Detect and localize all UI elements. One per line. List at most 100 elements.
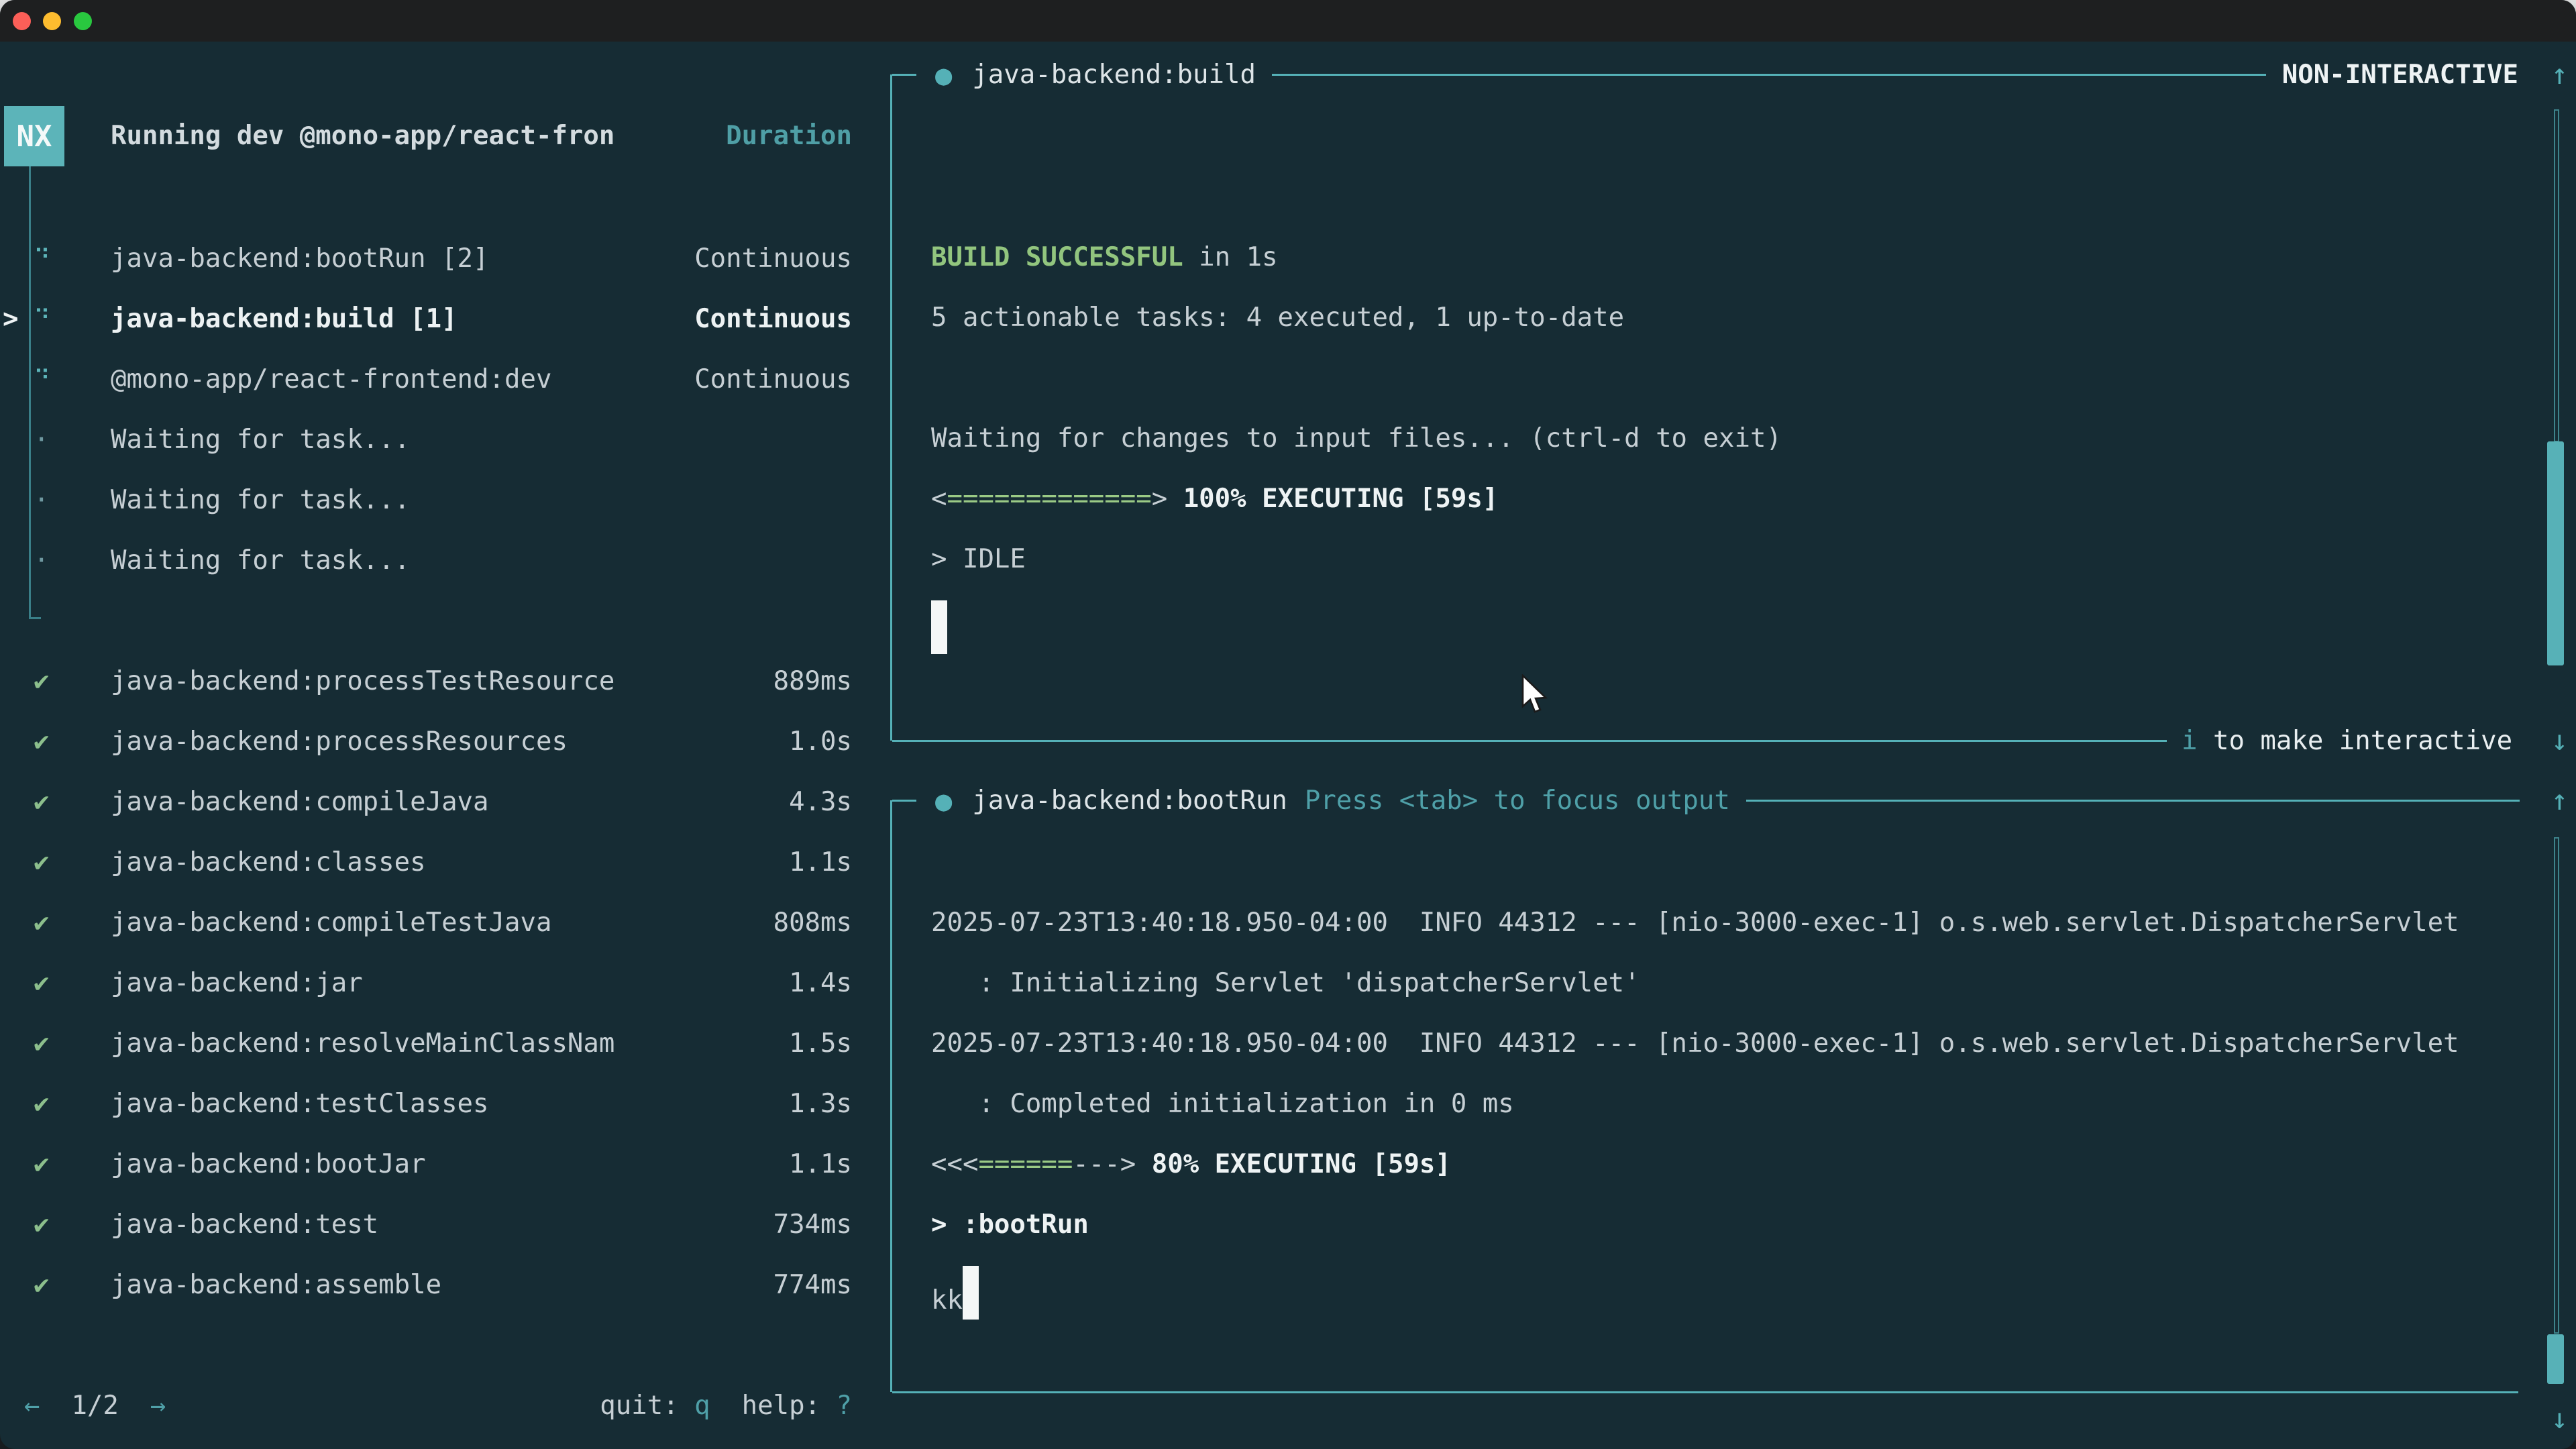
- task-duration: 1.4s: [789, 968, 865, 998]
- prev-page-arrow-icon[interactable]: ←: [24, 1391, 40, 1421]
- minimize-window-button[interactable]: [43, 12, 61, 30]
- terminal-text-segment: >: [1152, 484, 1167, 514]
- task-status-dot-icon: ●: [935, 784, 952, 817]
- task-duration: 1.1s: [789, 1149, 865, 1179]
- task-done-check-icon: ✔: [34, 1089, 49, 1119]
- panel-bootrun-footer: [892, 1362, 2576, 1422]
- task-duration: Continuous: [694, 364, 865, 394]
- make-interactive-hint: i to make interactive: [2182, 726, 2512, 756]
- terminal-text-segment: in 1s: [1183, 242, 1278, 272]
- terminal-line: > :bootRun: [931, 1195, 2509, 1255]
- terminal-line: 2025-07-23T13:40:18.950-04:00 INFO 44312…: [931, 893, 2509, 953]
- task-waiting-bullet-icon: ·: [34, 545, 49, 576]
- task-name: Waiting for task...: [111, 485, 410, 515]
- task-row[interactable]: ✔ java-backend:jar 1.4s: [0, 953, 865, 1013]
- text-cursor: [963, 1266, 979, 1320]
- scroll-up-icon[interactable]: ↑: [2551, 44, 2568, 105]
- task-duration: 1.1s: [789, 847, 865, 877]
- task-row[interactable]: ✔java-backend:compileJava4.3s: [0, 771, 865, 832]
- quit-key: q: [694, 1391, 710, 1421]
- terminal-text-segment: : Initializing Servlet 'dispatcherServle…: [931, 968, 1640, 998]
- task-row[interactable]: ·Waiting for task...: [0, 530, 865, 590]
- task-row[interactable]: ⠙java-backend:bootRun [2]Continuous: [0, 228, 865, 288]
- terminal-line: BUILD SUCCESSFUL in 1s: [931, 227, 2509, 288]
- task-done-check-icon: ✔: [34, 1210, 49, 1240]
- task-row[interactable]: >⠙java-backend:build [1]Continuous: [0, 288, 865, 349]
- task-row[interactable]: ✔java-backend:assemble774ms: [0, 1254, 865, 1315]
- terminal-text-segment: Waiting for changes to input files... (c…: [931, 423, 1782, 453]
- task-name: java-backend:bootRun [2]: [111, 244, 489, 274]
- help-key: ?: [837, 1391, 852, 1421]
- task-row[interactable]: ✔java-backend:compileTestJava808ms: [0, 892, 865, 953]
- terminal-line: kk: [931, 1255, 2509, 1316]
- scrollbar-track[interactable]: [2554, 837, 2559, 1334]
- task-duration: 734ms: [773, 1210, 865, 1240]
- focus-output-hint: Press <tab> to focus output: [1305, 786, 1730, 816]
- task-row[interactable]: ·Waiting for task...: [0, 409, 865, 470]
- panel-build-footer: i to make interactive: [892, 710, 2576, 771]
- task-row[interactable]: ✔ java-backend:test 734ms: [0, 1194, 865, 1254]
- task-waiting-bullet-icon: ·: [34, 485, 49, 515]
- terminal-text-segment: >: [1120, 1149, 1136, 1179]
- mouse-cursor: [1521, 674, 1552, 716]
- task-row[interactable]: ⠙@mono-app/react-frontend:devContinuous: [0, 349, 865, 409]
- task-name: java-backend:build [1]: [111, 304, 458, 334]
- scroll-up-icon[interactable]: ↑: [2551, 770, 2568, 830]
- task-row[interactable]: ✔java-backend:resolveMainClassNam1.5s: [0, 1013, 865, 1073]
- help-label: help:: [742, 1391, 837, 1421]
- task-done-check-icon: ✔: [34, 666, 49, 696]
- task-row[interactable]: ✔java-backend:processTestResource889ms: [0, 651, 865, 711]
- scrollbar-track[interactable]: [2554, 109, 2559, 442]
- footer-rule: [892, 1391, 2518, 1393]
- task-done-check-icon: ✔: [34, 968, 49, 998]
- task-name: java-backend:classes: [111, 847, 426, 877]
- scrollbar-thumb[interactable]: [2547, 441, 2564, 665]
- terminal-line: <=============> 100% EXECUTING [59s]: [931, 469, 2509, 529]
- task-row[interactable]: ✔java-backend:testClasses1.3s: [0, 1073, 865, 1134]
- terminal-text-segment: 2025-07-23T13:40:18.950-04:00 INFO 44312…: [931, 908, 2459, 938]
- task-waiting-bullet-icon: ·: [34, 425, 49, 455]
- terminal-text-segment: ======: [978, 1149, 1073, 1179]
- terminal-text-segment: =============: [947, 484, 1151, 514]
- terminal-text-segment: 5 actionable tasks: 4 executed, 1 up-to-…: [931, 303, 1624, 333]
- selected-task-marker-icon: >: [3, 304, 18, 334]
- terminal-text-segment: kk: [931, 1285, 963, 1316]
- task-duration: Continuous: [694, 304, 865, 334]
- task-name: java-backend:bootJar: [111, 1149, 426, 1179]
- terminal-text-segment: > :bootRun: [931, 1210, 1089, 1240]
- scroll-down-icon[interactable]: ↓: [2551, 1389, 2568, 1449]
- terminal-line: > IDLE: [931, 529, 2509, 590]
- output-panel-build: ● java-backend:build NON-INTERACTIVE ↑ B…: [890, 74, 2576, 741]
- terminal-line: [931, 348, 2509, 409]
- terminal-text-segment: 80% EXECUTING [59s]: [1152, 1149, 1451, 1179]
- task-duration: Continuous: [694, 244, 865, 274]
- terminal-line: [931, 590, 2509, 650]
- task-row[interactable]: ✔java-backend:processResources1.0s: [0, 711, 865, 771]
- terminal-text-segment: > IDLE: [931, 544, 1026, 574]
- task-duration: 1.5s: [789, 1028, 865, 1059]
- task-name: java-backend:test: [111, 1210, 378, 1240]
- terminal-line: 5 actionable tasks: 4 executed, 1 up-to-…: [931, 288, 2509, 348]
- titlebar: [0, 0, 2576, 42]
- interactivity-mode-badge: NON-INTERACTIVE: [2282, 60, 2518, 90]
- task-running-spinner-icon: ⠙: [34, 366, 50, 392]
- task-name: java-backend:assemble: [111, 1270, 441, 1300]
- text-cursor: [931, 600, 947, 654]
- zoom-window-button[interactable]: [74, 12, 92, 30]
- task-name: java-backend:resolveMainClassNam: [111, 1028, 614, 1059]
- close-window-button[interactable]: [13, 12, 31, 30]
- next-page-arrow-icon[interactable]: →: [150, 1391, 166, 1421]
- task-row[interactable]: ✔java-backend:bootJar1.1s: [0, 1134, 865, 1194]
- terminal-line: [931, 107, 2509, 167]
- panel-bootrun-header: ● java-backend:bootRun Press <tab> to fo…: [892, 770, 2576, 830]
- task-name: java-backend:processResources: [111, 727, 568, 757]
- task-list-header: Running dev @mono-app/react-fron Duratio…: [0, 106, 865, 166]
- border-stub: [892, 74, 916, 76]
- task-row[interactable]: · Waiting for task...: [0, 470, 865, 530]
- terminal-text-segment: <<<: [931, 1149, 978, 1179]
- terminal-output: 2025-07-23T13:40:18.950-04:00 INFO 44312…: [931, 833, 2509, 1316]
- task-name: java-backend:jar: [111, 968, 363, 998]
- task-done-check-icon: ✔: [34, 847, 49, 877]
- task-row[interactable]: ✔ java-backend:classes 1.1s: [0, 832, 865, 892]
- scroll-down-icon[interactable]: ↓: [2551, 710, 2568, 771]
